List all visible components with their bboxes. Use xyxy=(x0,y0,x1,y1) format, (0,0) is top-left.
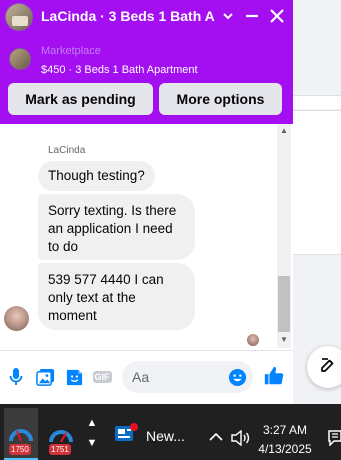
taskbar-badge: 1751 xyxy=(49,444,71,455)
contact-avatar[interactable] xyxy=(5,3,33,31)
mark-as-pending-button[interactable]: Mark as pending xyxy=(8,83,153,115)
sender-avatar[interactable] xyxy=(4,306,29,331)
gif-label: GIF xyxy=(92,371,112,383)
chat-header: LaCinda · 3 Beds 1 Bath Ap Marketplace $… xyxy=(0,0,293,124)
chat-window: LaCinda · 3 Beds 1 Bath Ap Marketplace $… xyxy=(0,0,293,404)
notification-icon[interactable] xyxy=(328,430,341,451)
emoji-icon[interactable] xyxy=(226,366,248,388)
gif-icon[interactable]: GIF xyxy=(91,366,113,388)
divider xyxy=(0,350,293,351)
taskbar-badge: 1750 xyxy=(9,444,31,455)
taskbar-overflow[interactable]: ▲ ▼ xyxy=(84,413,100,457)
more-options-button[interactable]: More options xyxy=(159,83,282,115)
listing-thumbnail[interactable] xyxy=(9,48,31,70)
chat-title[interactable]: LaCinda · 3 Beds 1 Bath Ap xyxy=(41,8,215,24)
scroll-down-icon[interactable]: ▼ xyxy=(279,335,289,345)
volume-icon[interactable] xyxy=(231,429,251,451)
message-bubble: 539 577 4440 I can only text at the mome… xyxy=(38,263,195,330)
clock-date: 4/13/2025 xyxy=(258,442,312,456)
clock-time: 3:27 AM xyxy=(262,423,308,437)
sticker-icon[interactable] xyxy=(63,366,85,388)
close-icon[interactable] xyxy=(266,5,288,27)
taskbar-app-button[interactable]: 1750 xyxy=(4,408,38,460)
compose-icon xyxy=(319,356,337,379)
chevron-down-icon[interactable] xyxy=(220,7,236,25)
minimize-icon[interactable] xyxy=(243,7,261,25)
page-card xyxy=(293,95,341,109)
taskbar-app-button[interactable]: 1751 xyxy=(44,408,78,460)
message-bubble: Sorry texting. Is there an application I… xyxy=(38,194,195,260)
sender-name: LaCinda xyxy=(48,145,86,156)
thumbs-up-icon[interactable] xyxy=(262,364,286,388)
scrollbar-thumb[interactable] xyxy=(278,276,290,332)
chevron-up-icon[interactable]: ▲ xyxy=(84,413,100,433)
new-message-button[interactable] xyxy=(307,346,341,388)
show-hidden-icons-chevron-icon[interactable] xyxy=(209,431,223,445)
page-backdrop xyxy=(293,0,341,404)
scroll-up-icon[interactable]: ▲ xyxy=(279,126,289,136)
clock[interactable]: 3:27 AM 4/13/2025 xyxy=(256,421,314,459)
news-icon xyxy=(114,422,138,449)
message-bubble: Though testing? xyxy=(38,161,155,191)
news-widget[interactable]: New... xyxy=(114,422,185,449)
photo-icon[interactable] xyxy=(34,366,56,388)
page-card xyxy=(293,110,341,255)
chevron-down-icon[interactable]: ▼ xyxy=(84,433,100,453)
listing-label: Marketplace xyxy=(41,45,101,57)
microphone-icon[interactable] xyxy=(5,366,27,388)
listing-title[interactable]: $450 · 3 Beds 1 Bath Apartment xyxy=(41,64,198,76)
news-label: New... xyxy=(146,427,185,444)
read-receipt-avatar xyxy=(247,334,259,346)
